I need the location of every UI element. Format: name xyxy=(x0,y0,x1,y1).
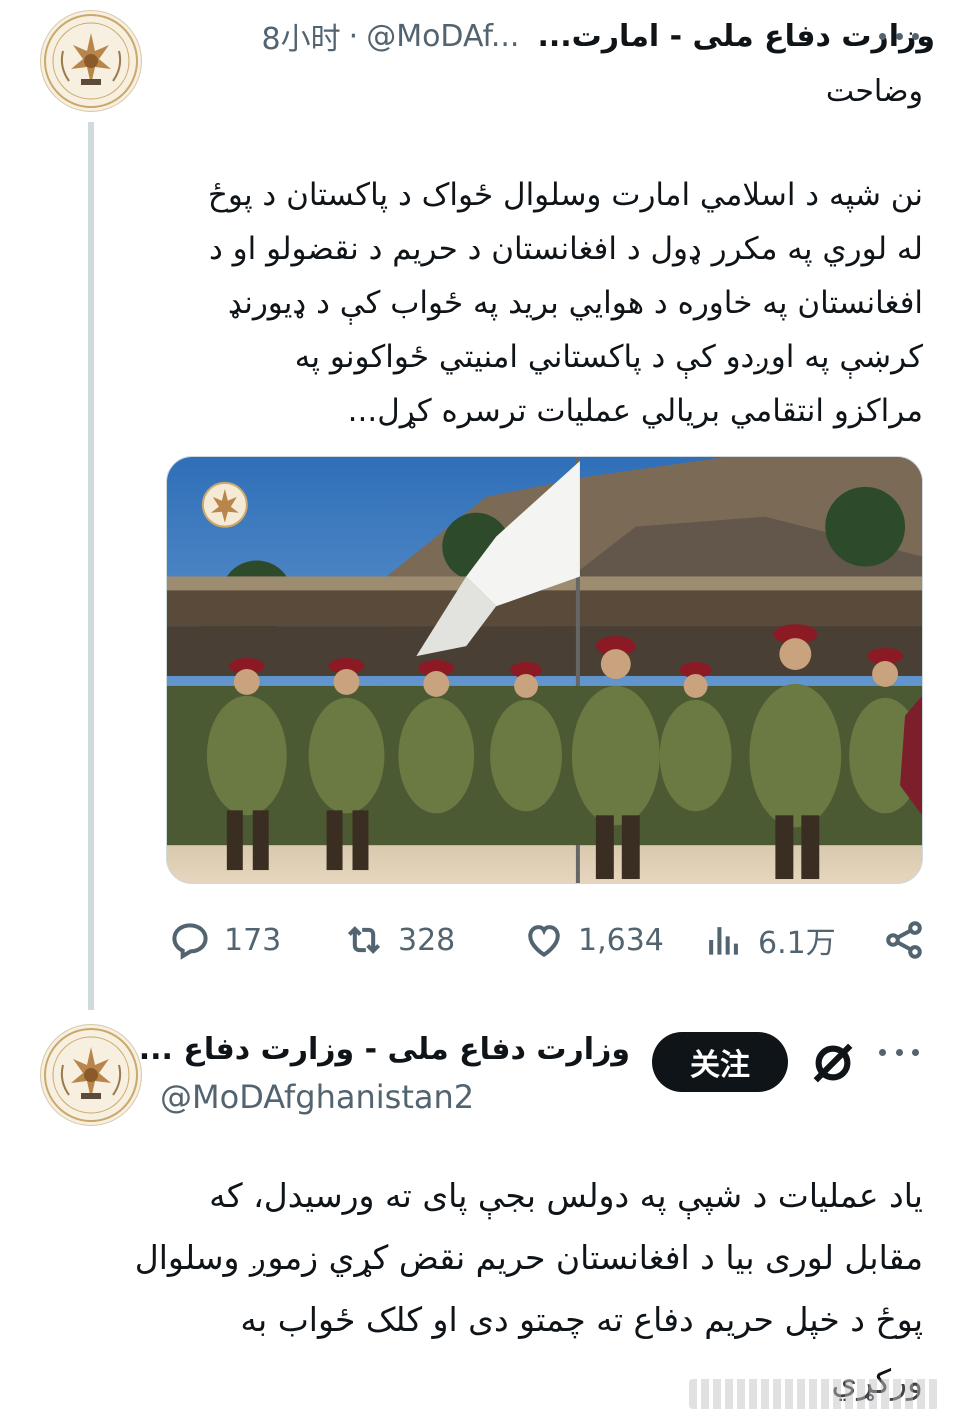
text-line: کرښې په اوږدو کې د پاکستاني امنیتي ځواکو… xyxy=(294,339,923,375)
military-parade-photo xyxy=(167,457,922,883)
share-icon xyxy=(886,921,922,959)
like-count: 1,634 xyxy=(578,922,664,958)
ministry-emblem-icon xyxy=(44,14,138,108)
retweet-icon xyxy=(347,926,381,954)
retweet-button[interactable]: 328 xyxy=(342,910,455,970)
tweet-text: نن شپه د اسلامي امارت وسلوال ځواک د پاکس… xyxy=(170,168,923,438)
tweet-1[interactable]: وزارت دفاع ملی - امارت... @MoDAf... · 8小… xyxy=(0,0,959,1010)
timestamp[interactable]: 8小时 xyxy=(262,14,341,58)
like-button[interactable]: 1,634 xyxy=(522,910,664,970)
tweet-photo[interactable] xyxy=(166,456,923,884)
display-name[interactable]: وزارت دفاع ملی - وزارت دفاع ... xyxy=(139,1028,630,1072)
tweet-subtitle: وضاحت xyxy=(825,74,923,109)
retweet-count: 328 xyxy=(398,922,456,958)
heart-icon xyxy=(528,925,560,958)
text-line: یاد عملیات د شپې په دولس بجې پای ته ورسی… xyxy=(209,1176,923,1215)
avatar[interactable] xyxy=(40,1024,142,1126)
user-handle[interactable]: @MoDAf... xyxy=(366,19,519,54)
user-handle[interactable]: @MoDAfghanistan2 xyxy=(160,1078,630,1116)
text-line: نن شپه د اسلامي امارت وسلوال ځواک د پاکس… xyxy=(207,177,923,213)
reply-button[interactable]: 173 xyxy=(168,910,281,970)
views-button[interactable]: 6.1万 xyxy=(702,910,836,970)
text-line: له لوري په مکرر ډول د افغانستان د حریم د… xyxy=(208,231,923,267)
tweet-actions: 173 328 1,634 6.1万 xyxy=(160,910,929,970)
reply-count: 173 xyxy=(224,922,282,958)
more-options-icon[interactable] xyxy=(879,24,919,48)
ministry-emblem-icon xyxy=(44,1028,138,1122)
avatar[interactable] xyxy=(40,10,142,112)
follow-button[interactable]: 关注 xyxy=(652,1032,788,1092)
tweet-2[interactable]: وزارت دفاع ملی - وزارت دفاع ... @MoDAfgh… xyxy=(0,1010,959,1415)
thread-connector xyxy=(88,122,94,1010)
text-line: مقابل لوری بیا د افغانستان حریم نقض کړي … xyxy=(134,1238,923,1277)
display-name[interactable]: وزارت دفاع ملی - امارت... xyxy=(537,19,935,54)
tweet-text: یاد عملیات د شپې په دولس بجې پای ته ورسی… xyxy=(40,1165,923,1413)
user-info: وزارت دفاع ملی - وزارت دفاع ... @MoDAfgh… xyxy=(139,1028,630,1116)
tweet-header: وزارت دفاع ملی - امارت... @MoDAf... · 8小… xyxy=(160,8,935,64)
more-options-icon[interactable] xyxy=(879,1040,919,1064)
views-chart-icon xyxy=(709,927,738,955)
share-button[interactable] xyxy=(882,910,926,970)
grok-icon[interactable] xyxy=(810,1040,856,1086)
watermark xyxy=(689,1379,939,1409)
separator-dot: · xyxy=(348,18,359,54)
text-line: مراکزو انتقامي بریالي عملیات ترسره کړل..… xyxy=(347,393,923,429)
reply-icon xyxy=(172,923,208,960)
views-count: 6.1万 xyxy=(758,926,836,961)
text-line: پوځ د خپل حریم دفاع ته چمتو دی او کلک ځو… xyxy=(240,1300,923,1339)
text-line: افغانستان په خاوره د هوايي برید په ځواب … xyxy=(227,285,923,321)
